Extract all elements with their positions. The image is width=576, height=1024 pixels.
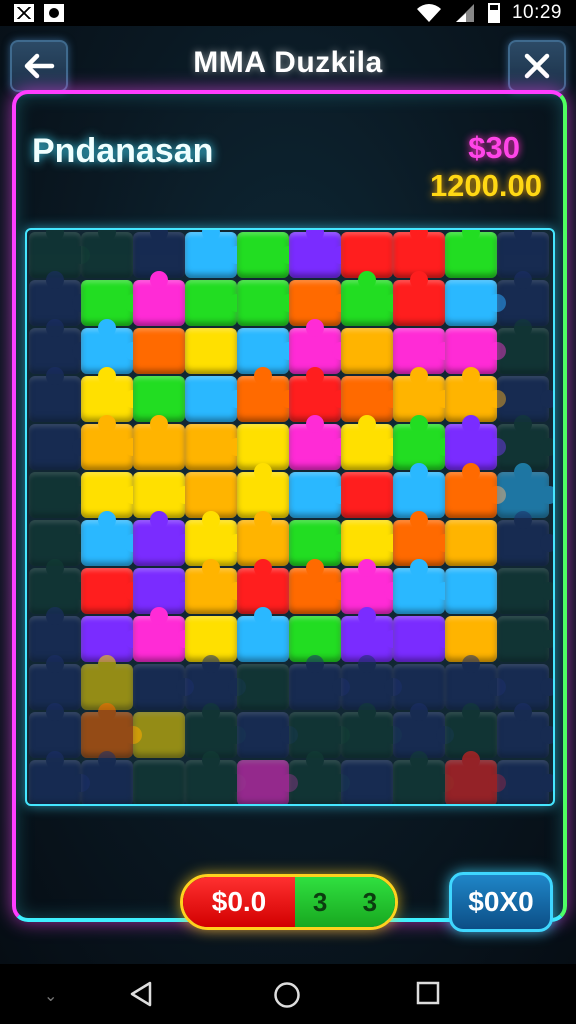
battery-icon [487, 3, 500, 23]
puzzle-piece[interactable] [237, 280, 298, 326]
puzzle-piece[interactable] [185, 559, 246, 614]
puzzle-piece[interactable] [29, 472, 90, 518]
puzzle-piece[interactable] [185, 751, 246, 804]
puzzle-piece[interactable] [497, 760, 553, 804]
puzzle-piece[interactable] [133, 271, 185, 326]
puzzle-piece[interactable] [133, 607, 194, 662]
puzzle-piece[interactable] [289, 415, 350, 470]
puzzle-piece[interactable] [289, 751, 350, 804]
app-notification-icon [44, 4, 64, 22]
puzzle-piece[interactable] [341, 760, 393, 804]
puzzle-piece[interactable] [341, 271, 402, 326]
puzzle-piece[interactable] [497, 511, 553, 566]
puzzle-piece[interactable] [185, 280, 246, 326]
score-left: $0.0 [183, 877, 295, 927]
puzzle-piece[interactable] [445, 751, 506, 804]
puzzle-piece[interactable] [185, 230, 246, 278]
puzzle-piece[interactable] [445, 463, 506, 518]
puzzle-piece[interactable] [289, 559, 350, 614]
coin-button[interactable]: $0X0 [449, 872, 553, 932]
puzzle-piece[interactable] [341, 472, 393, 518]
puzzle-piece[interactable] [237, 664, 289, 710]
nav-recent-icon[interactable] [415, 980, 441, 1006]
notification-icon [14, 4, 34, 22]
puzzle-piece[interactable] [445, 568, 497, 614]
puzzle-piece[interactable] [393, 616, 454, 662]
puzzle-piece[interactable] [81, 751, 133, 804]
puzzle-piece[interactable] [497, 616, 553, 662]
puzzle-piece[interactable] [237, 232, 298, 278]
puzzle-piece[interactable] [29, 424, 90, 470]
status-time: 10:29 [511, 2, 562, 23]
puzzle-piece[interactable] [445, 230, 497, 278]
puzzle-piece[interactable] [237, 760, 298, 804]
puzzle-piece[interactable] [445, 280, 506, 326]
puzzle-piece[interactable] [185, 376, 246, 422]
puzzle-piece[interactable] [393, 271, 445, 326]
puzzle-piece[interactable] [81, 568, 142, 614]
puzzle-piece[interactable] [133, 328, 185, 374]
score-right: 3 3 [295, 877, 395, 927]
puzzle-piece[interactable] [393, 559, 454, 614]
puzzle-piece[interactable] [289, 655, 350, 710]
puzzle-piece[interactable] [133, 664, 194, 710]
puzzle-piece[interactable] [497, 319, 549, 374]
puzzle-piece[interactable] [81, 415, 142, 470]
puzzle-board[interactable] [25, 228, 555, 806]
puzzle-piece[interactable] [185, 424, 246, 470]
puzzle-piece[interactable] [81, 230, 133, 278]
bet-amount: $30 [468, 130, 520, 165]
puzzle-piece[interactable] [289, 472, 350, 518]
puzzle-piece[interactable] [133, 511, 194, 566]
puzzle-piece[interactable] [133, 415, 185, 470]
puzzle-piece[interactable] [237, 607, 289, 662]
puzzle-piece[interactable] [497, 703, 553, 758]
puzzle-piece[interactable] [237, 712, 298, 758]
puzzle-piece[interactable] [185, 328, 237, 374]
puzzle-piece[interactable] [393, 751, 454, 804]
puzzle-piece[interactable] [341, 328, 393, 374]
system-nav-bar: ⌄ [0, 964, 576, 1024]
puzzle-piece[interactable] [289, 230, 350, 278]
score-pill[interactable]: $0.0 3 3 [180, 874, 398, 930]
close-button[interactable] [508, 40, 566, 92]
puzzle-piece[interactable] [133, 760, 185, 804]
status-bar: 10:29 [0, 0, 576, 26]
puzzle-piece[interactable] [81, 511, 142, 566]
wifi-icon [416, 4, 441, 22]
player-name: Pndanasan [32, 132, 214, 170]
puzzle-piece[interactable] [445, 520, 497, 566]
balance-amount: 1200.00 [429, 168, 542, 203]
puzzle-piece[interactable] [341, 703, 402, 758]
puzzle-piece[interactable] [237, 367, 298, 422]
page-title: MMA Duzkila [193, 46, 383, 79]
close-icon [524, 53, 550, 79]
puzzle-piece[interactable] [29, 367, 81, 422]
signal-icon [455, 4, 474, 22]
nav-back-icon[interactable] [128, 980, 156, 1008]
puzzle-piece[interactable] [341, 415, 402, 470]
puzzle-piece[interactable] [29, 751, 90, 804]
puzzle-piece[interactable] [133, 712, 185, 758]
chevron-down-icon[interactable]: ⌄ [44, 986, 57, 1006]
puzzle-piece[interactable] [497, 568, 553, 614]
nav-home-icon[interactable] [272, 980, 302, 1010]
